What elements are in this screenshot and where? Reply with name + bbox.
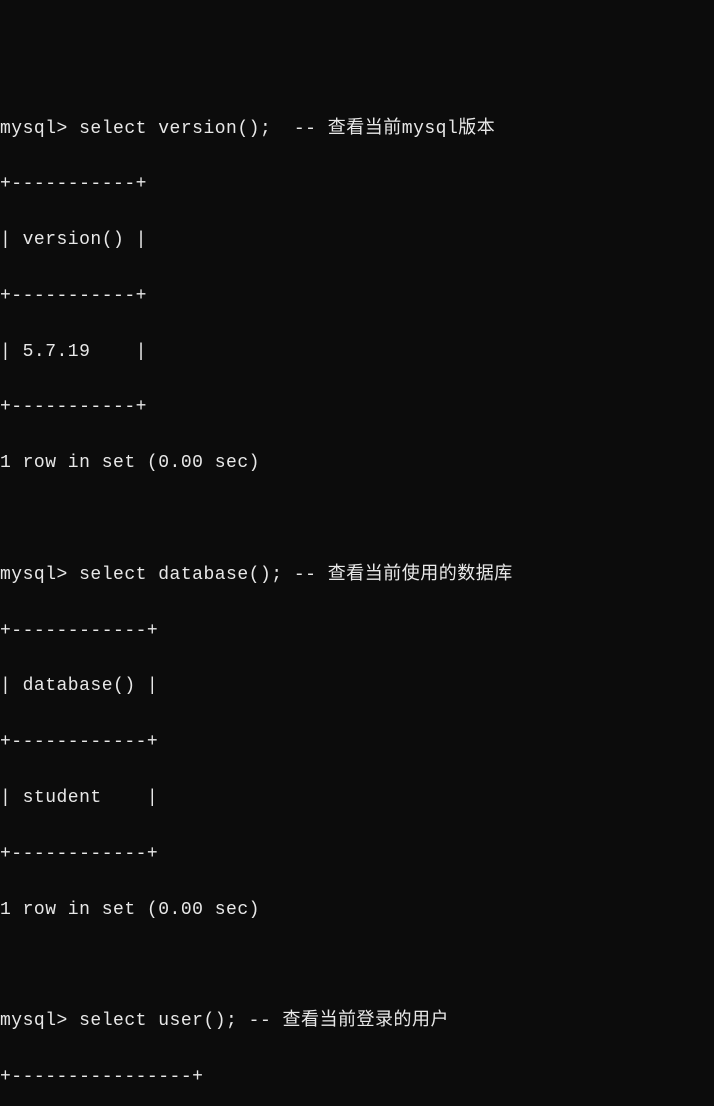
result-footer: 1 row in set (0.00 sec) bbox=[0, 897, 714, 925]
table-data-row: | 5.7.19 | bbox=[0, 339, 714, 367]
query-line-3: mysql> select user(); -- 查看当前登录的用户 bbox=[0, 1008, 714, 1036]
sql-command: select database(); -- 查看当前使用的数据库 bbox=[79, 565, 513, 585]
table-header-row: | database() | bbox=[0, 673, 714, 701]
sql-command: select version(); -- 查看当前mysql版本 bbox=[79, 119, 495, 139]
table-border: +------------+ bbox=[0, 618, 714, 646]
sql-command: select user(); -- 查看当前登录的用户 bbox=[79, 1011, 449, 1031]
table-border: +------------+ bbox=[0, 729, 714, 757]
blank-line bbox=[0, 952, 714, 980]
result-footer: 1 row in set (0.00 sec) bbox=[0, 450, 714, 478]
blank-line bbox=[0, 506, 714, 534]
table-border: +-----------+ bbox=[0, 283, 714, 311]
table-header-row: | version() | bbox=[0, 227, 714, 255]
query-line-1: mysql> select version(); -- 查看当前mysql版本 bbox=[0, 116, 714, 144]
table-data-row: | student | bbox=[0, 785, 714, 813]
table-border: +----------------+ bbox=[0, 1064, 714, 1092]
mysql-prompt: mysql> bbox=[0, 1011, 79, 1031]
table-border: +------------+ bbox=[0, 841, 714, 869]
mysql-prompt: mysql> bbox=[0, 565, 79, 585]
query-line-2: mysql> select database(); -- 查看当前使用的数据库 bbox=[0, 562, 714, 590]
mysql-prompt: mysql> bbox=[0, 119, 79, 139]
table-border: +-----------+ bbox=[0, 171, 714, 199]
table-border: +-----------+ bbox=[0, 394, 714, 422]
